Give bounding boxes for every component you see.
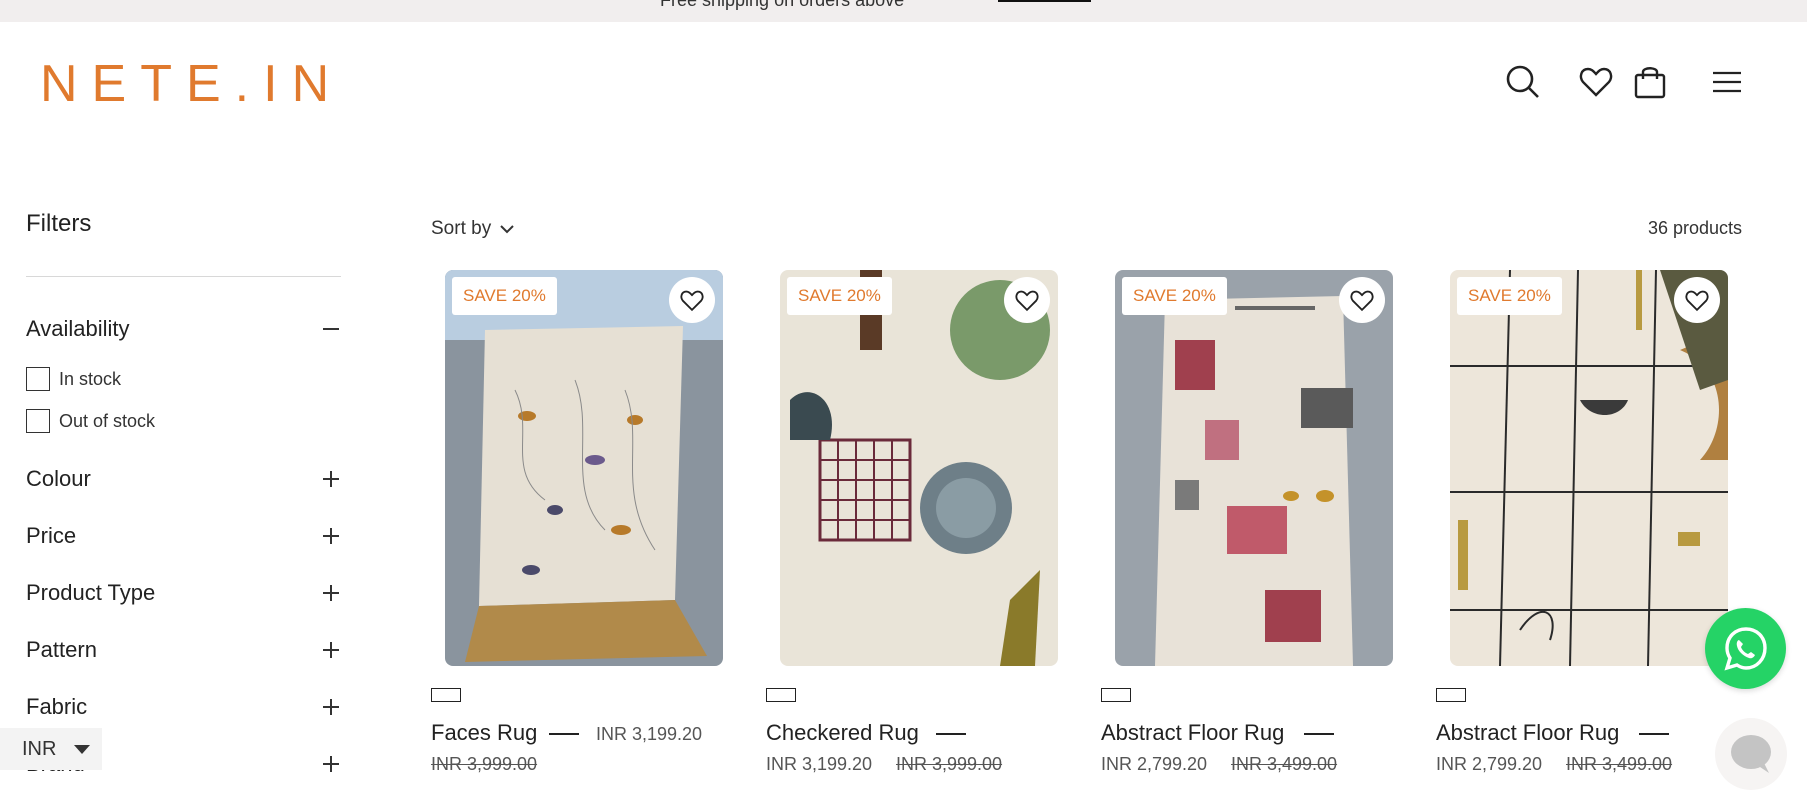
facet-label: Availability (26, 316, 130, 341)
site-logo[interactable]: NETE.IN (40, 58, 343, 110)
chat-button[interactable] (1715, 718, 1787, 790)
plus-icon (321, 697, 341, 717)
title-dash (1304, 733, 1334, 735)
discount-badge: SAVE 20% (452, 277, 557, 315)
checkbox-label: Out of stock (59, 410, 156, 431)
facet-label: Pattern (26, 637, 97, 662)
filters-title: Filters (26, 210, 92, 237)
product-image[interactable]: SAVE 20% (445, 270, 723, 666)
facet-fabric[interactable]: Fabric (26, 692, 341, 722)
checkbox[interactable] (26, 409, 50, 433)
product-title[interactable]: Abstract Floor Rug (1101, 720, 1284, 746)
wishlist-heart-icon[interactable] (669, 277, 715, 323)
facet-label: Price (26, 523, 77, 548)
discount-badge: SAVE 20% (1457, 277, 1562, 315)
facet-label: Colour (26, 466, 91, 491)
sale-price: INR 3,199.20 (766, 754, 873, 774)
facet-product-type[interactable]: Product Type (26, 578, 341, 608)
product-image[interactable]: SAVE 20% (1115, 270, 1393, 666)
checkbox[interactable] (26, 367, 50, 391)
announcement-link[interactable] (998, 0, 1091, 2)
product-image[interactable]: SAVE 20% (1450, 270, 1728, 666)
color-swatch[interactable] (766, 688, 796, 702)
wishlist-heart-icon[interactable] (1674, 277, 1720, 323)
caret-down-icon (74, 744, 91, 754)
facet-availability[interactable]: Availability (26, 314, 341, 344)
product-title[interactable]: Faces Rug (431, 720, 537, 746)
sort-dropdown[interactable]: Sort by (431, 218, 515, 240)
product-count: 36 products (1647, 218, 1742, 238)
shopping-bag-icon[interactable] (1630, 62, 1670, 102)
announcement-text: Free shipping on orders above (660, 0, 905, 10)
menu-icon[interactable] (1707, 62, 1747, 102)
currency-value: INR (22, 737, 57, 760)
minus-icon (321, 319, 341, 339)
compare-price: INR 3,999.00 (896, 754, 1003, 774)
sale-price: INR 3,199.20 (596, 724, 703, 744)
compare-price: INR 3,499.00 (1566, 754, 1673, 774)
availability-in-stock[interactable]: In stock (26, 366, 121, 392)
sale-price: INR 2,799.20 (1101, 754, 1208, 774)
facet-price[interactable]: Price (26, 521, 341, 551)
facet-label: Fabric (26, 694, 88, 719)
wishlist-heart-icon[interactable] (1576, 62, 1616, 102)
facet-colour[interactable]: Colour (26, 464, 341, 494)
chat-bubble-icon (1731, 735, 1771, 773)
site-header: NETE.IN (0, 22, 1807, 152)
title-dash (549, 733, 579, 735)
title-dash (1639, 733, 1669, 735)
wishlist-heart-icon[interactable] (1004, 277, 1050, 323)
facet-label: Product Type (26, 580, 156, 605)
title-dash (936, 733, 966, 735)
filters-sidebar: Filters Availability In stock Out of sto… (26, 210, 341, 776)
color-swatch[interactable] (1436, 688, 1466, 702)
facet-pattern[interactable]: Pattern (26, 635, 341, 665)
plus-icon (321, 526, 341, 546)
whatsapp-icon (1723, 626, 1767, 671)
sale-price: INR 2,799.20 (1436, 754, 1543, 774)
color-swatch[interactable] (431, 688, 461, 702)
sort-label: Sort by (431, 218, 492, 239)
product-title[interactable]: Abstract Floor Rug (1436, 720, 1619, 746)
discount-badge: SAVE 20% (787, 277, 892, 315)
compare-price: INR 3,499.00 (1231, 754, 1338, 774)
plus-icon (321, 583, 341, 603)
search-icon[interactable] (1503, 62, 1543, 102)
compare-price: INR 3,999.00 (431, 754, 538, 774)
announcement-bar: Free shipping on orders above (0, 0, 1807, 22)
wishlist-heart-icon[interactable] (1339, 277, 1385, 323)
color-swatch[interactable] (1101, 688, 1131, 702)
plus-icon (321, 754, 341, 774)
currency-selector[interactable]: INR (0, 728, 102, 770)
whatsapp-button[interactable] (1705, 608, 1786, 689)
product-image[interactable]: SAVE 20% (780, 270, 1058, 666)
checkbox-label: In stock (59, 368, 122, 389)
availability-out-of-stock[interactable]: Out of stock (26, 408, 155, 434)
chevron-down-icon (500, 225, 514, 234)
filters-divider (26, 276, 341, 277)
discount-badge: SAVE 20% (1122, 277, 1227, 315)
plus-icon (321, 640, 341, 660)
plus-icon (321, 469, 341, 489)
product-title[interactable]: Checkered Rug (766, 720, 919, 746)
